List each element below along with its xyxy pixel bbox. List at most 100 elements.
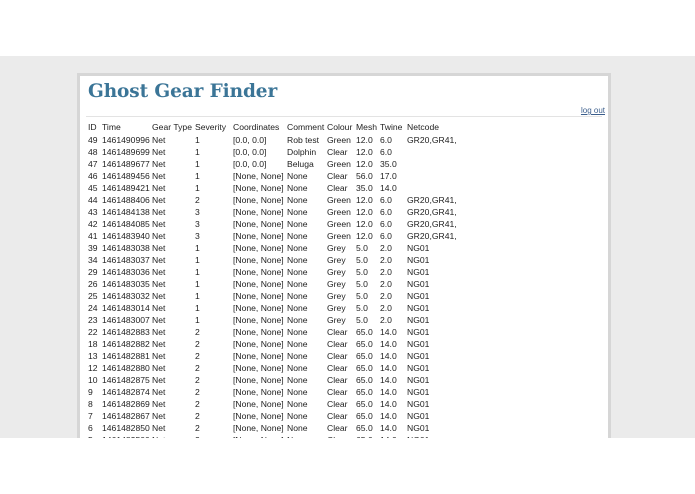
table-row[interactable]: 47 1461489677 Net 1 [0.0, 0.0] Beluga Green 12.… — [88, 158, 469, 170]
cell-netcode: GR20,GR41, — [407, 219, 457, 229]
cell-netcode: NG01 — [407, 291, 430, 301]
cell-gear-type: Net — [152, 183, 166, 193]
cell-mesh: 12.0 — [356, 147, 373, 157]
cell-colour: Clear — [327, 183, 348, 193]
cell-severity: 2 — [195, 339, 200, 349]
table-row[interactable]: 24 1461483014 Net 1 [None, None] None Grey 5.0 2… — [88, 302, 469, 314]
cell-id: 34 — [88, 255, 98, 265]
column-header-gear-type[interactable]: Gear Type — [152, 121, 195, 134]
cell-comment: None — [287, 219, 308, 229]
header-divider — [86, 116, 602, 117]
cell-netcode: NG01 — [407, 267, 430, 277]
bottom-margin — [0, 438, 695, 494]
column-header-twine[interactable]: Twine — [380, 121, 407, 134]
column-header-coordinates[interactable]: Coordinates — [233, 121, 287, 134]
cell-comment: None — [287, 243, 308, 253]
cell-time: 1461484085 — [102, 219, 150, 229]
cell-severity: 1 — [195, 303, 200, 313]
cell-severity: 1 — [195, 243, 200, 253]
column-header-severity[interactable]: Severity — [195, 121, 233, 134]
cell-mesh: 5.0 — [356, 303, 368, 313]
cell-colour: Clear — [327, 423, 348, 433]
cell-comment: None — [287, 423, 308, 433]
cell-severity: 1 — [195, 159, 200, 169]
table-row[interactable]: 13 1461482881 Net 2 [None, None] None Clear 65.… — [88, 350, 469, 362]
cell-comment: None — [287, 279, 308, 289]
cell-severity: 2 — [195, 363, 200, 373]
cell-colour: Green — [327, 207, 351, 217]
cell-colour: Grey — [327, 255, 346, 265]
table-row[interactable]: 45 1461489421 Net 1 [None, None] None Clear 35.… — [88, 182, 469, 194]
table-row[interactable]: 9 1461482874 Net 2 [None, None] None Clear 65.0… — [88, 386, 469, 398]
table-row[interactable]: 46 1461489456 Net 1 [None, None] None Clear 56.… — [88, 170, 469, 182]
cell-severity: 2 — [195, 327, 200, 337]
cell-twine: 14.0 — [380, 351, 397, 361]
table-row[interactable]: 22 1461482883 Net 2 [None, None] None Clear 65.… — [88, 326, 469, 338]
cell-twine: 6.0 — [380, 135, 392, 145]
cell-time: 1461482874 — [102, 387, 150, 397]
cell-comment: None — [287, 339, 308, 349]
cell-mesh: 35.0 — [356, 183, 373, 193]
cell-gear-type: Net — [152, 135, 166, 145]
table-row[interactable]: 41 1461483940 Net 3 [None, None] None Green 12.… — [88, 230, 469, 242]
cell-twine: 6.0 — [380, 147, 392, 157]
cell-netcode: NG01 — [407, 339, 430, 349]
gear-table: ID Time Gear Type Severity Coordinates C… — [88, 121, 469, 438]
column-header-time[interactable]: Time — [102, 121, 152, 134]
table-row[interactable]: 29 1461483036 Net 1 [None, None] None Grey 5.0 2… — [88, 266, 469, 278]
table-row[interactable]: 18 1461482882 Net 2 [None, None] None Clear 65.… — [88, 338, 469, 350]
cell-severity: 1 — [195, 267, 200, 277]
cell-netcode — [407, 170, 469, 182]
cell-coordinates: [None, None] — [233, 327, 284, 337]
cell-comment: None — [287, 315, 308, 325]
column-header-comment[interactable]: Comment — [287, 121, 327, 134]
cell-mesh: 12.0 — [356, 135, 373, 145]
app-title: Ghost Gear Finder — [88, 81, 278, 102]
cell-comment: None — [287, 267, 308, 277]
cell-severity: 2 — [195, 375, 200, 385]
table-row[interactable]: 49 1461490996 Net 1 [0.0, 0.0] Rob test Green 1… — [88, 134, 469, 146]
table-row[interactable]: 7 1461482867 Net 2 [None, None] None Clear 65.0… — [88, 410, 469, 422]
cell-id: 12 — [88, 363, 98, 373]
cell-gear-type: Net — [152, 159, 166, 169]
table-row[interactable]: 34 1461483037 Net 1 [None, None] None Grey 5.0 2… — [88, 254, 469, 266]
cell-twine: 6.0 — [380, 219, 392, 229]
cell-mesh: 65.0 — [356, 387, 373, 397]
cell-coordinates: [None, None] — [233, 411, 284, 421]
cell-twine: 14.0 — [380, 363, 397, 373]
table-row[interactable]: 8 1461482869 Net 2 [None, None] None Clear 65.0… — [88, 398, 469, 410]
cell-id: 42 — [88, 219, 98, 229]
table-row[interactable]: 12 1461482880 Net 2 [None, None] None Clear 65.… — [88, 362, 469, 374]
table-row[interactable]: 48 1461489699 Net 1 [0.0, 0.0] Dolphin Clear 12… — [88, 146, 469, 158]
table-row[interactable]: 26 1461483035 Net 1 [None, None] None Grey 5.0 2… — [88, 278, 469, 290]
cell-gear-type: Net — [152, 243, 166, 253]
table-row[interactable]: 23 1461483007 Net 1 [None, None] None Grey 5.0 2… — [88, 314, 469, 326]
cell-colour: Green — [327, 159, 351, 169]
cell-comment: None — [287, 231, 308, 241]
cell-time: 1461483940 — [102, 231, 150, 241]
cell-time: 1461482869 — [102, 399, 150, 409]
column-header-mesh[interactable]: Mesh — [356, 121, 380, 134]
table-row[interactable]: 43 1461484138 Net 3 [None, None] None Green 12.… — [88, 206, 469, 218]
table-row[interactable]: 44 1461488406 Net 2 [None, None] None Green 12.… — [88, 194, 469, 206]
column-header-colour[interactable]: Colour — [327, 121, 356, 134]
table-row[interactable]: 10 1461482875 Net 2 [None, None] None Clear 65.… — [88, 374, 469, 386]
cell-mesh: 65.0 — [356, 375, 373, 385]
table-row[interactable]: 25 1461483032 Net 1 [None, None] None Grey 5.0 2… — [88, 290, 469, 302]
cell-netcode — [407, 158, 469, 170]
cell-twine: 6.0 — [380, 195, 392, 205]
cell-id: 49 — [88, 135, 98, 145]
table-row[interactable]: 39 1461483038 Net 1 [None, None] None Grey 5.0 2… — [88, 242, 469, 254]
cell-gear-type: Net — [152, 315, 166, 325]
cell-severity: 1 — [195, 315, 200, 325]
column-header-netcode[interactable]: Netcode — [407, 121, 469, 134]
cell-colour: Clear — [327, 363, 348, 373]
cell-mesh: 12.0 — [356, 231, 373, 241]
cell-twine: 14.0 — [380, 411, 397, 421]
table-row[interactable]: 42 1461484085 Net 3 [None, None] None Green 12.… — [88, 218, 469, 230]
table-row[interactable]: 6 1461482850 Net 2 [None, None] None Clear 65.0… — [88, 422, 469, 434]
logout-link[interactable]: log out — [581, 106, 605, 115]
cell-colour: Clear — [327, 147, 348, 157]
column-header-id[interactable]: ID — [88, 121, 102, 134]
cell-twine: 14.0 — [380, 339, 397, 349]
